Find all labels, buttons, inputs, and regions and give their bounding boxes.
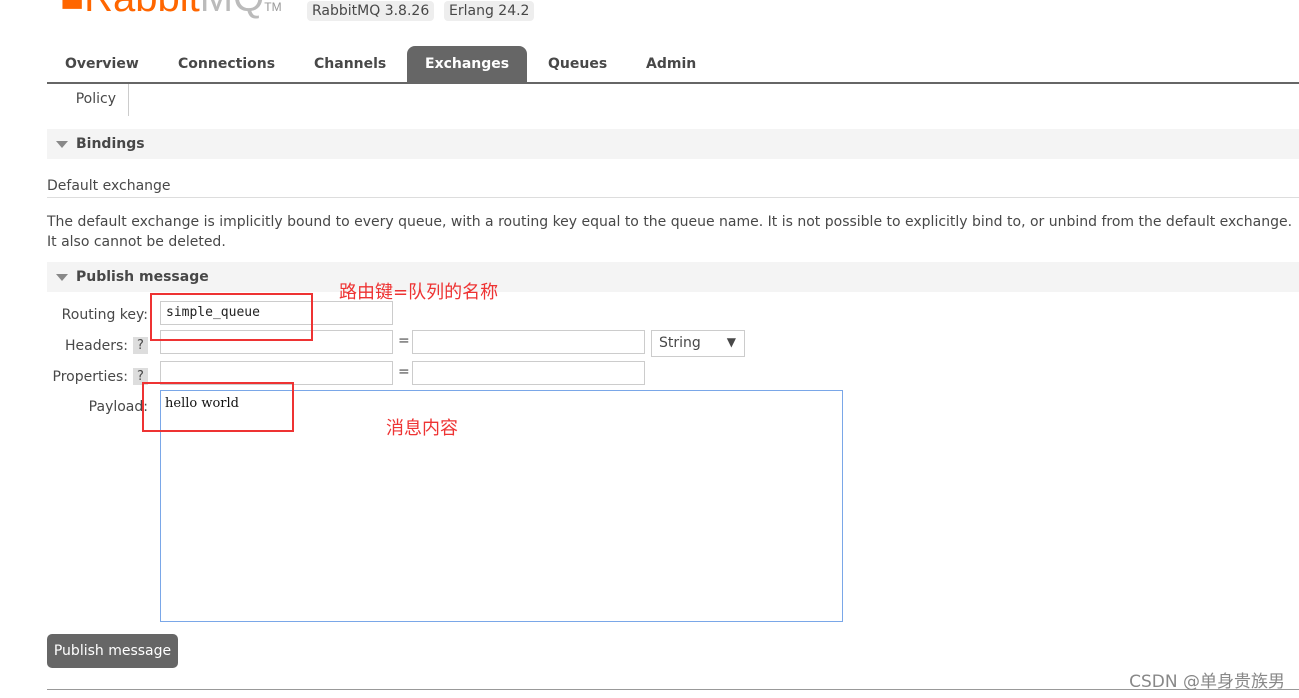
tab-channels[interactable]: Channels [296,46,404,82]
erlang-badge: Erlang 24.2 [444,1,535,21]
bindings-description: The default exchange is implicitly bound… [47,214,1293,250]
divider [47,689,1299,690]
header-type-select[interactable]: String ▼ [651,330,745,357]
annotation-routing: 路由键=队列的名称 [339,282,499,303]
default-exchange-label: Default exchange [47,178,1299,198]
routing-key-label: Routing key: [61,307,148,323]
annotation-payload: 消息内容 [386,418,458,439]
select-value: String [659,335,701,351]
dropdown-arrow-icon: ▼ [726,335,736,349]
annotation-box-routing [150,293,313,341]
header-value-input[interactable] [412,330,645,354]
publish-message-button[interactable]: Publish message [47,634,178,668]
watermark: CSDN @单身贵族男 [1129,672,1285,692]
collapse-triangle-icon [56,274,68,281]
headers-label: Headers: [65,338,128,354]
annotation-box-payload [142,382,294,432]
equals-sign: = [398,333,410,349]
collapse-triangle-icon [56,141,68,148]
payload-label: Payload: [88,399,148,415]
tab-connections[interactable]: Connections [160,46,293,82]
equals-sign: = [398,364,410,380]
section-title: Publish message [76,269,209,285]
version-badge: RabbitMQ 3.8.26 [307,1,435,21]
headers-help-button[interactable]: ? [133,337,148,354]
publish-section-header[interactable]: Publish message [47,262,1299,292]
rabbitmq-logo: ■RabbitMQTM [60,0,282,18]
properties-label: Properties: [52,369,128,385]
property-value-input[interactable] [412,361,645,385]
main-nav: Overview Connections Channels Exchanges … [47,46,1299,84]
bindings-section-header[interactable]: Bindings [47,129,1299,159]
tab-overview[interactable]: Overview [47,46,157,82]
tab-admin[interactable]: Admin [628,46,714,82]
tab-exchanges[interactable]: Exchanges [407,46,528,82]
subtab-policy[interactable]: Policy [47,84,129,116]
tab-queues[interactable]: Queues [530,46,625,82]
section-title: Bindings [76,136,145,152]
